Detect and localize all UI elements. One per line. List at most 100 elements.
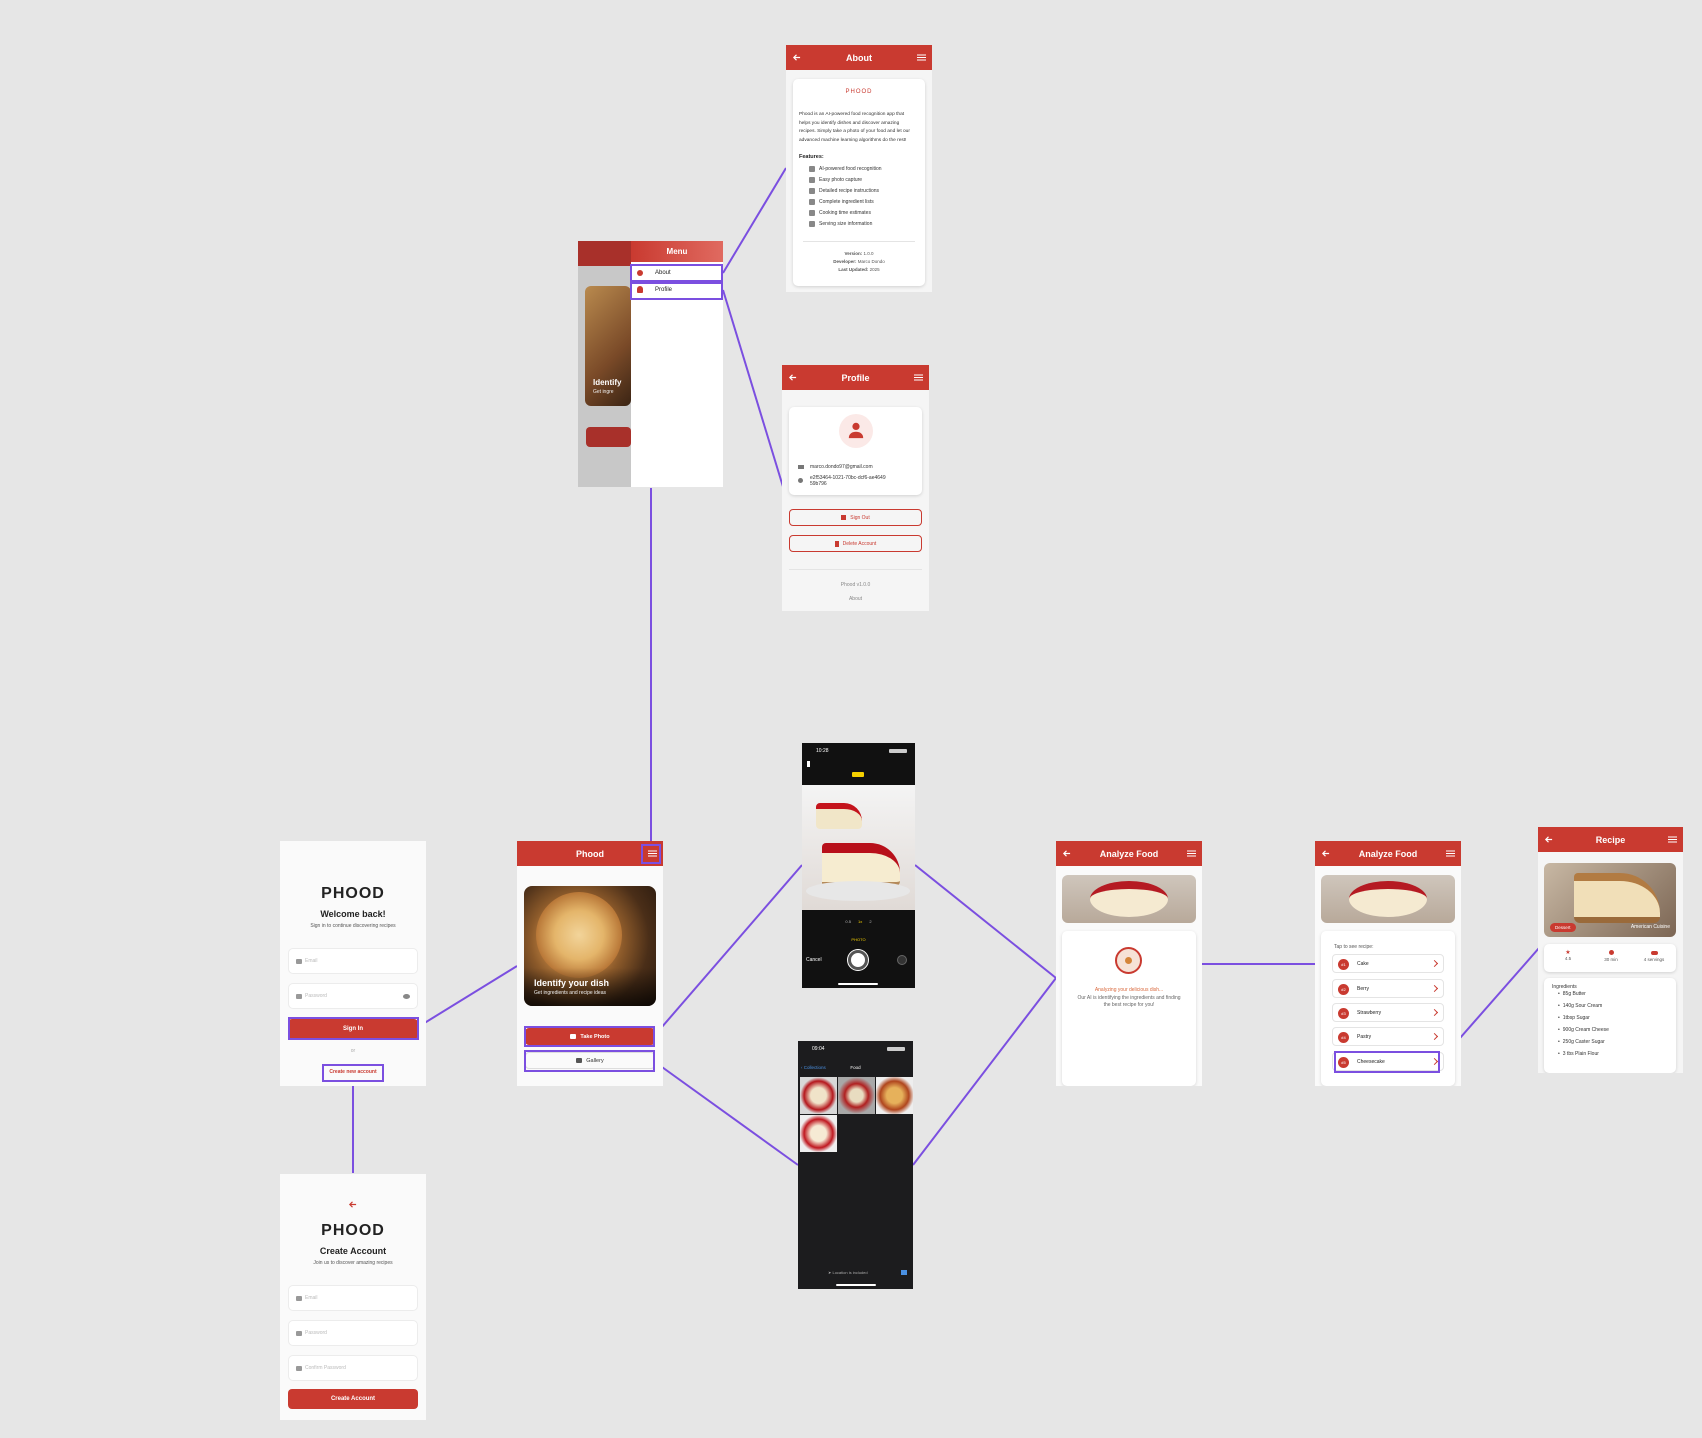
profile-card: marco.dondo97@gmail.com e2f53464-1021-70… <box>789 407 922 495</box>
photo-thumb[interactable] <box>800 1115 837 1152</box>
back-arrow-icon[interactable] <box>348 1200 357 1209</box>
home-title: Phood <box>576 848 604 859</box>
photo-thumb[interactable] <box>838 1077 875 1114</box>
plate <box>806 881 910 901</box>
camera-preview <box>802 785 915 910</box>
about-brand: PHOOD <box>845 89 873 95</box>
back-arrow-icon[interactable] <box>1544 835 1553 844</box>
cheesecake-slice <box>1574 873 1660 923</box>
tap-label: Tap to see recipe: <box>1334 944 1374 950</box>
analyze-title: Analyze Food <box>1099 848 1159 859</box>
highlight-gallery <box>524 1050 655 1072</box>
recipe-option[interactable]: #4 Pastry <box>1332 1027 1444 1046</box>
mail-icon <box>798 465 804 469</box>
person-icon <box>848 422 864 439</box>
email-field[interactable]: Email <box>288 1285 418 1311</box>
recipe-cuisine: American Cuisine <box>1630 924 1670 930</box>
zoom-options[interactable]: 0.5 1x 2 <box>802 919 915 924</box>
login-brand: PHOOD <box>321 885 385 902</box>
recipe-title: Recipe <box>1595 834 1626 845</box>
back-arrow-icon[interactable] <box>1321 849 1330 858</box>
signup-title: Create Account <box>319 1246 387 1256</box>
menu-backdrop-hero: Identify Get ingre <box>585 286 631 406</box>
highlight-menu-about <box>630 264 723 282</box>
food-photo <box>1062 875 1196 923</box>
flip-camera-icon[interactable] <box>897 955 907 965</box>
hamburger-menu-icon[interactable] <box>1446 850 1455 857</box>
feature-item: Cooking time estimates <box>809 210 871 216</box>
flash-icon[interactable] <box>807 761 810 767</box>
back-arrow-icon[interactable] <box>1062 849 1071 858</box>
lock-icon <box>296 1331 302 1336</box>
trash-icon <box>834 540 839 547</box>
profile-screen: Profile marco.dondo97@gmail.com e2f53464… <box>782 365 929 611</box>
recipe-screen: Recipe Dessert American Cuisine ★ 4.5 30 … <box>1538 827 1683 1073</box>
hamburger-menu-icon[interactable] <box>914 374 923 381</box>
status-icons <box>887 1047 905 1051</box>
hero-title: Identify your dish <box>534 978 610 988</box>
hamburger-menu-icon[interactable] <box>1187 850 1196 857</box>
mode-label[interactable]: PHOTO <box>802 937 915 942</box>
ingredients-card: Ingredients 85g Butter 140g Sour Cream 1… <box>1544 978 1676 1073</box>
ingredient-item: 900g Cream Cheese <box>1558 1027 1609 1033</box>
eye-icon[interactable] <box>403 994 410 999</box>
password-field[interactable]: Password <box>288 1320 418 1346</box>
profile-header: Profile <box>782 365 929 390</box>
highlight-sign-in <box>288 1017 419 1040</box>
back-arrow-icon[interactable] <box>792 53 801 62</box>
people-icon <box>809 221 815 227</box>
home-indicator <box>838 983 878 985</box>
food-photo <box>1321 875 1455 923</box>
about-description: Phood is an AI-powered food recognition … <box>799 112 910 143</box>
email-field[interactable]: Email <box>288 948 418 974</box>
back-arrow-icon[interactable] <box>788 373 797 382</box>
analyze-screen: Analyze Food Analyzing your delicious di… <box>1056 841 1202 1086</box>
signup-screen: PHOOD Create Account Join us to discover… <box>280 1174 426 1420</box>
highlight-cheesecake <box>1334 1051 1440 1073</box>
results-header: Analyze Food <box>1315 841 1461 866</box>
photo-thumb[interactable] <box>800 1077 837 1114</box>
hamburger-menu-icon[interactable] <box>917 54 926 61</box>
lock-icon <box>296 994 302 999</box>
recipe-option[interactable]: #2 Berry <box>1332 979 1444 998</box>
login-title: Welcome back! <box>320 909 386 919</box>
hamburger-menu-icon[interactable] <box>1668 836 1677 843</box>
delete-account-button[interactable]: Delete Account <box>789 535 922 552</box>
menu-title: Menu <box>631 241 723 262</box>
photo-thumb[interactable] <box>876 1077 913 1114</box>
developer-line: Developer: Marco Dondo <box>833 259 885 264</box>
hero-fragment-title: Identify <box>593 378 622 387</box>
live-indicator <box>852 772 864 777</box>
sign-out-button[interactable]: Sign Out <box>789 509 922 526</box>
create-account-button[interactable]: Create Account <box>288 1389 418 1409</box>
rating-stat: ★ 4.5 <box>1556 949 1580 961</box>
about-card: PHOOD Phood is an AI-powered food recogn… <box>793 79 925 286</box>
chevron-right-icon <box>1430 1032 1439 1041</box>
confirm-password-field[interactable]: Confirm Password <box>288 1355 418 1381</box>
analyzing-description: Our AI is identifying the ingredients an… <box>1077 995 1181 1008</box>
about-header: About <box>786 45 932 70</box>
about-link[interactable]: About <box>782 596 929 602</box>
star-icon: ★ <box>1565 950 1571 956</box>
recipe-option[interactable]: #3 Strawberry <box>1332 1003 1444 1022</box>
cancel-button[interactable]: Cancel <box>806 957 822 963</box>
login-screen: PHOOD Welcome back! Sign in to continue … <box>280 841 426 1086</box>
image-icon[interactable] <box>901 1270 907 1275</box>
password-field[interactable]: Password <box>288 983 418 1009</box>
analyzing-status: Analyzing your delicious dish... <box>1094 987 1164 993</box>
gallery-title: Food <box>850 1065 861 1070</box>
hero-subtitle: Get ingredients and recipe ideas <box>534 990 606 996</box>
feature-item: Complete ingredient lists <box>809 199 874 205</box>
ingredient-item: 85g Butter <box>1558 991 1586 997</box>
ingredient-item: 140g Sour Cream <box>1558 1003 1602 1009</box>
shutter-button[interactable] <box>848 950 868 970</box>
results-title: Analyze Food <box>1358 848 1418 859</box>
ingredient-item: 250g Caster Sugar <box>1558 1039 1605 1045</box>
recipe-option[interactable]: #1 Cake <box>1332 954 1444 973</box>
highlight-menu-button <box>641 844 661 864</box>
cheesecake <box>1349 881 1427 917</box>
mail-icon <box>296 959 302 964</box>
about-screen: About PHOOD Phood is an AI-powered food … <box>786 45 932 292</box>
user-id-row: e2f53464-1021-70bc-dcf6-ae464959b796 <box>798 475 888 487</box>
recipe-stats: ★ 4.5 30 min 4 servings <box>1544 944 1676 972</box>
